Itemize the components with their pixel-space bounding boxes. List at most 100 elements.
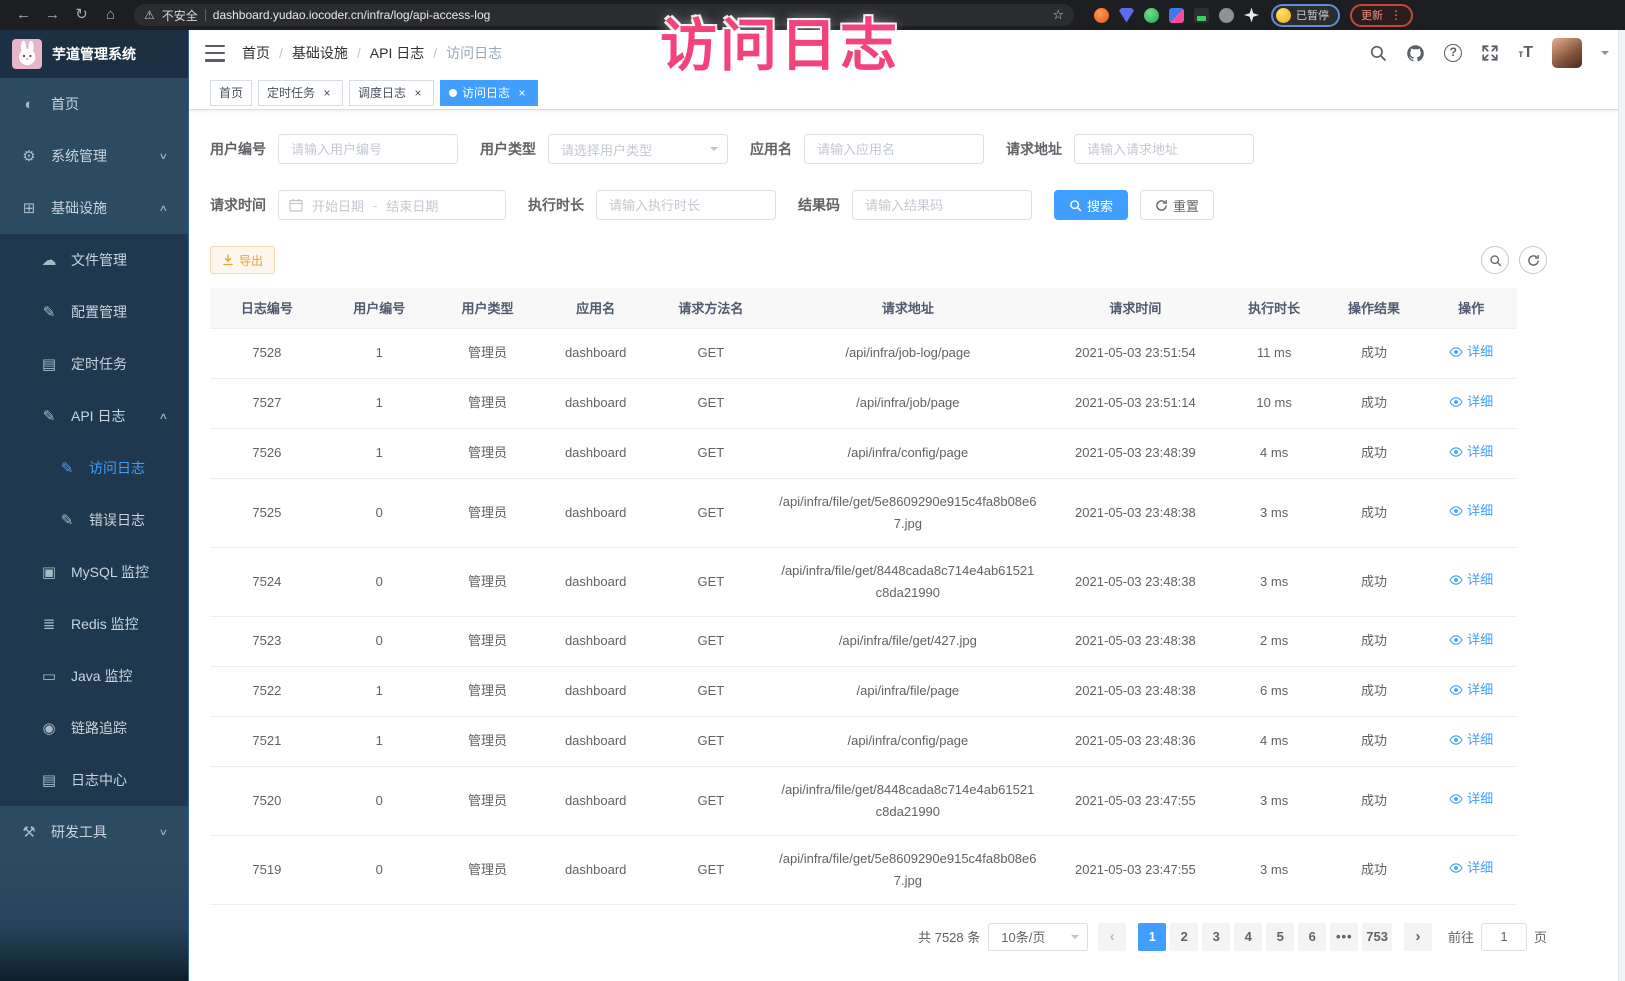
sidebar-item-label: 文件管理	[71, 250, 127, 270]
page-button-1[interactable]: 1	[1138, 923, 1166, 951]
browser-update-button[interactable]: 更新 ⋮	[1350, 4, 1413, 27]
next-page-button[interactable]: ›	[1404, 923, 1432, 951]
detail-button[interactable]: 详细	[1449, 500, 1493, 522]
sidebar-item-log-center[interactable]: ▤日志中心	[0, 754, 188, 806]
cell-result: 成功	[1323, 428, 1426, 478]
app-logo-bar[interactable]: 芋道管理系统	[0, 30, 188, 78]
app-name-input[interactable]	[804, 134, 984, 164]
sidebar-item-mysql[interactable]: ▣MySQL 监控	[0, 546, 188, 598]
search-icon[interactable]	[1369, 44, 1387, 62]
sidebar-item-trace[interactable]: ◉链路追踪	[0, 702, 188, 754]
address-bar[interactable]: ⚠ 不安全 dashboard.yudao.iocoder.cn/infra/l…	[134, 4, 1074, 26]
cell-log-id: 7528	[210, 328, 324, 378]
close-icon[interactable]: ×	[515, 86, 529, 100]
user-avatar[interactable]	[1552, 38, 1582, 68]
duration-input[interactable]	[596, 190, 776, 220]
security-label: 不安全	[162, 7, 198, 24]
tab-access-log[interactable]: 访问日志×	[440, 80, 538, 106]
extension-icon-pinwheel[interactable]	[1244, 8, 1259, 23]
user-type-select[interactable]: 请选择用户类型	[548, 134, 728, 164]
detail-button[interactable]: 详细	[1449, 391, 1493, 413]
extension-icon-orange[interactable]	[1094, 8, 1109, 23]
sidebar-item-redis[interactable]: ≣Redis 监控	[0, 598, 188, 650]
update-label: 更新	[1361, 7, 1383, 23]
detail-button[interactable]: 详细	[1449, 788, 1493, 810]
page-button-753[interactable]: 753	[1362, 923, 1392, 951]
browser-menu-kebab-icon[interactable]: ⋮	[1390, 8, 1402, 22]
breadcrumb-item[interactable]: API 日志	[370, 43, 424, 63]
cell-request-time: 2021-05-03 23:51:14	[1045, 378, 1225, 428]
toggle-search-button[interactable]	[1481, 246, 1509, 274]
extension-icon-colorful[interactable]	[1169, 8, 1184, 23]
home-button[interactable]: ⌂	[97, 0, 124, 30]
detail-button[interactable]: 详细	[1449, 441, 1493, 463]
reload-button[interactable]: ↻	[68, 0, 95, 30]
detail-button[interactable]: 详细	[1449, 679, 1493, 701]
request-url-input[interactable]	[1074, 134, 1254, 164]
sidebar-item-file[interactable]: ☁文件管理	[0, 234, 188, 286]
sidebar-item-java[interactable]: ▭Java 监控	[0, 650, 188, 702]
detail-button[interactable]: 详细	[1449, 341, 1493, 363]
page-button-5[interactable]: 5	[1266, 923, 1294, 951]
export-button[interactable]: 导出	[210, 246, 275, 274]
cell-user-type: 管理员	[435, 378, 540, 428]
request-time-range-picker[interactable]: 开始日期 - 结束日期	[278, 190, 506, 220]
sidebar-item-api-log[interactable]: ✎API 日志∧	[0, 390, 188, 442]
font-size-icon[interactable]: тT	[1518, 44, 1533, 62]
detail-button[interactable]: 详细	[1449, 629, 1493, 651]
user-type-label: 用户类型	[480, 139, 536, 159]
extension-icon-shield[interactable]	[1119, 8, 1134, 23]
sidebar-item-dev-tools[interactable]: ⚒研发工具∨	[0, 806, 188, 858]
page-button-6[interactable]: 6	[1298, 923, 1326, 951]
refresh-table-button[interactable]	[1519, 246, 1547, 274]
sidebar-item-job[interactable]: ▤定时任务	[0, 338, 188, 390]
sidebar-item-system[interactable]: ⚙系统管理∨	[0, 130, 188, 182]
breadcrumb-item[interactable]: 首页	[242, 43, 270, 63]
sidebar-item-config[interactable]: ✎配置管理	[0, 286, 188, 338]
browser-profile-chip[interactable]: 已暂停	[1271, 4, 1340, 27]
close-icon[interactable]: ×	[411, 86, 425, 100]
detail-label: 详细	[1467, 679, 1493, 701]
search-button[interactable]: 搜索	[1054, 190, 1128, 220]
cell-request-url: /api/infra/job-log/page	[770, 328, 1045, 378]
help-icon[interactable]: ?	[1444, 44, 1462, 62]
goto-page-input[interactable]	[1481, 923, 1527, 951]
hamburger-menu-icon[interactable]	[205, 45, 225, 62]
page-button-4[interactable]: 4	[1234, 923, 1262, 951]
detail-button[interactable]: 详细	[1449, 857, 1493, 879]
reset-button[interactable]: 重置	[1140, 190, 1214, 220]
close-icon[interactable]: ×	[320, 86, 334, 100]
breadcrumb-item[interactable]: 基础设施	[292, 43, 348, 63]
tab-job-log[interactable]: 调度日志×	[349, 80, 434, 106]
page-button-2[interactable]: 2	[1170, 923, 1198, 951]
page-more-button[interactable]: •••	[1330, 923, 1358, 951]
page-button-3[interactable]: 3	[1202, 923, 1230, 951]
detail-button[interactable]: 详细	[1449, 569, 1493, 591]
bookmark-star-icon[interactable]: ☆	[1052, 7, 1064, 23]
back-button[interactable]: ←	[10, 0, 37, 30]
top-navbar: 首页/基础设施/API 日志/访问日志 ? тT	[189, 30, 1625, 76]
detail-label: 详细	[1467, 391, 1493, 413]
tab-job[interactable]: 定时任务×	[258, 80, 343, 106]
extension-icon-green[interactable]	[1144, 8, 1159, 23]
github-icon[interactable]	[1406, 44, 1425, 63]
extension-icon-gray[interactable]	[1219, 8, 1234, 23]
user-id-input[interactable]	[278, 134, 458, 164]
result-code-input[interactable]	[852, 190, 1032, 220]
page-size-select[interactable]: 10条/页	[988, 923, 1088, 951]
browser-scrollbar[interactable]	[1618, 30, 1625, 981]
sidebar-item-infra[interactable]: ⊞基础设施∧	[0, 182, 188, 234]
forward-button[interactable]: →	[39, 0, 66, 30]
tab-home[interactable]: 首页	[210, 80, 252, 106]
chevron-down-icon	[710, 147, 718, 155]
chevron-down-icon[interactable]	[1601, 51, 1609, 59]
sidebar-item-error-log[interactable]: ✎错误日志	[0, 494, 188, 546]
search-button-label: 搜索	[1087, 196, 1113, 215]
sidebar-item-home[interactable]: ◐首页	[0, 78, 188, 130]
sidebar-item-access-log[interactable]: ✎访问日志	[0, 442, 188, 494]
detail-button[interactable]: 详细	[1449, 729, 1493, 751]
prev-page-button[interactable]: ‹	[1098, 923, 1126, 951]
cell-log-id: 7519	[210, 835, 324, 904]
fullscreen-icon[interactable]	[1481, 44, 1499, 62]
extension-icon-dark[interactable]	[1194, 8, 1209, 23]
